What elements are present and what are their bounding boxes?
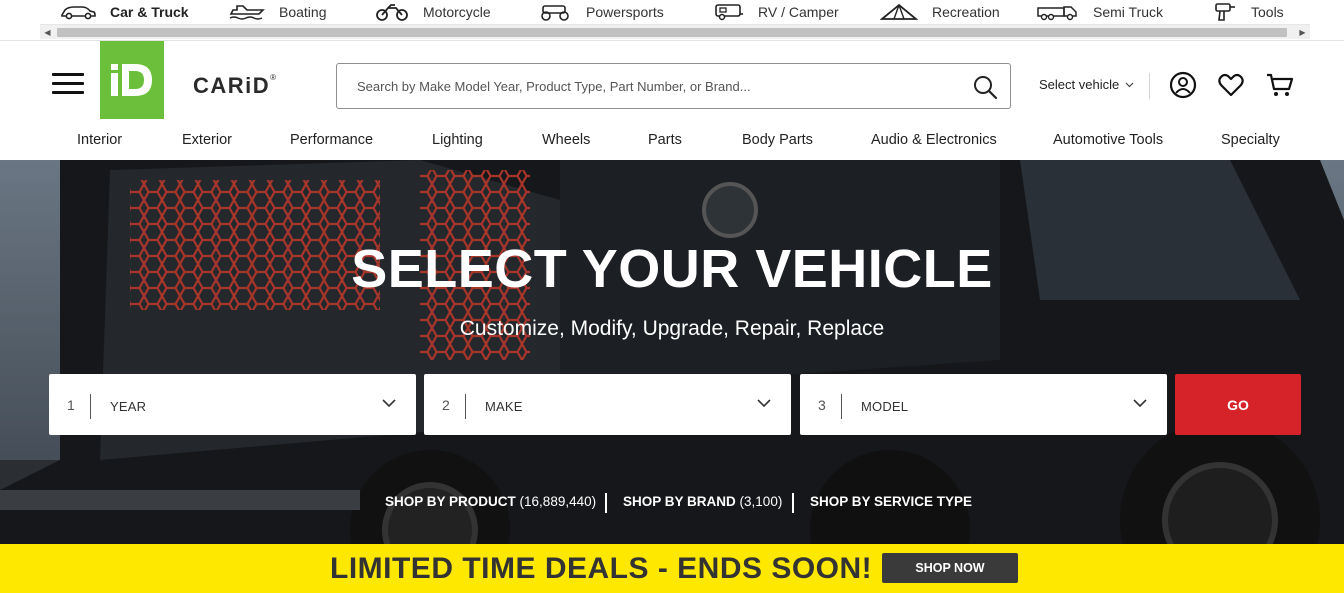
hero-banner: SELECT YOUR VEHICLE Customize, Modify, U… (0, 160, 1344, 544)
heart-icon[interactable] (1217, 71, 1245, 99)
tent-icon (880, 3, 918, 21)
category-label: Semi Truck (1093, 4, 1164, 20)
category-label: RV / Camper (758, 4, 839, 20)
category-boating[interactable]: Boating (229, 0, 326, 24)
category-rv-camper[interactable]: RV / Camper (714, 0, 839, 24)
shop-link-count: (16,889,440) (519, 494, 597, 509)
shop-by-service-type-link[interactable]: SHOP BY SERVICE TYPE (810, 494, 972, 509)
site-header: CARiD® Select vehicle Interior Exterior … (0, 40, 1344, 160)
logo-mark[interactable] (100, 41, 164, 119)
category-strip: Car & Truck Boating Motorcycle Powerspor… (0, 0, 1344, 24)
main-nav: Interior Exterior Performance Lighting W… (0, 131, 1344, 161)
category-label: Motorcycle (423, 4, 491, 20)
search-bar (336, 63, 1011, 109)
shop-link-label: SHOP BY PRODUCT (385, 494, 516, 509)
nav-item-interior[interactable]: Interior (77, 132, 122, 148)
hero-subtitle: Customize, Modify, Upgrade, Repair, Repl… (459, 317, 885, 340)
shop-now-button[interactable]: SHOP NOW (882, 553, 1018, 583)
category-motorcycle[interactable]: Motorcycle (375, 0, 491, 24)
shop-links: SHOP BY PRODUCT (16,889,440) SHOP BY BRA… (0, 493, 1344, 515)
nav-item-performance[interactable]: Performance (290, 132, 373, 148)
shop-link-count: (3,100) (739, 494, 783, 509)
nav-item-parts[interactable]: Parts (648, 132, 682, 148)
select-label: MAKE (485, 399, 523, 414)
chevron-down-icon (757, 396, 771, 410)
category-semi-truck[interactable]: Semi Truck (1037, 0, 1163, 24)
registered-mark: ® (270, 73, 278, 82)
step-number: 2 (442, 397, 450, 413)
category-label: Boating (279, 4, 327, 20)
account-icon[interactable] (1169, 71, 1197, 99)
category-label: Powersports (586, 4, 664, 20)
logo-id-glyph (111, 64, 152, 96)
chevron-down-icon (382, 396, 396, 410)
select-divider (841, 394, 842, 419)
logo-wordmark-text: CARiD (193, 73, 271, 98)
shop-link-divider (605, 493, 607, 513)
boat-icon (229, 4, 265, 20)
promo-banner[interactable]: LIMITED TIME DEALS - ENDS SOON! SHOP NOW (0, 544, 1344, 593)
category-label: Car & Truck (110, 4, 189, 20)
hero-title: SELECT YOUR VEHICLE (351, 239, 993, 299)
shop-by-brand-link[interactable]: SHOP BY BRAND (3,100) (623, 494, 782, 509)
select-vehicle-label: Select vehicle (1039, 77, 1120, 92)
car-icon (60, 4, 96, 20)
semi-truck-icon (1037, 3, 1079, 21)
drill-icon (1213, 2, 1237, 22)
search-input[interactable] (357, 76, 957, 96)
go-button[interactable]: GO (1175, 374, 1301, 435)
logo-wordmark[interactable]: CARiD® (193, 73, 278, 99)
select-divider (465, 394, 466, 419)
shop-link-label: SHOP BY BRAND (623, 494, 736, 509)
nav-item-wheels[interactable]: Wheels (542, 132, 590, 148)
cart-icon[interactable] (1265, 71, 1294, 99)
header-divider (1149, 73, 1150, 99)
nav-item-exterior[interactable]: Exterior (182, 132, 232, 148)
select-vehicle-dropdown[interactable]: Select vehicle (1039, 77, 1134, 92)
shop-link-divider (792, 493, 794, 513)
search-icon[interactable] (972, 74, 998, 100)
shop-link-label: SHOP BY SERVICE TYPE (810, 494, 973, 509)
category-tools[interactable]: Tools (1213, 0, 1284, 24)
category-powersports[interactable]: Powersports (538, 0, 664, 24)
horizontal-scrollbar[interactable]: ◀ ▶ (40, 24, 1310, 39)
atv-icon (538, 3, 572, 21)
category-label: Recreation (932, 4, 1000, 20)
year-select[interactable]: 1 YEAR (49, 374, 416, 435)
select-label: MODEL (861, 399, 909, 414)
nav-item-specialty[interactable]: Specialty (1221, 132, 1280, 148)
chevron-down-icon (1125, 80, 1134, 90)
select-label: YEAR (110, 399, 147, 414)
nav-item-body-parts[interactable]: Body Parts (742, 132, 813, 148)
motorcycle-icon (375, 3, 409, 21)
hero-truck-image (0, 160, 1344, 544)
make-select[interactable]: 2 MAKE (424, 374, 791, 435)
category-recreation[interactable]: Recreation (880, 0, 1000, 24)
category-label: Tools (1251, 4, 1284, 20)
scrollbar-thumb[interactable] (57, 28, 1287, 37)
step-number: 3 (818, 397, 826, 413)
nav-item-automotive-tools[interactable]: Automotive Tools (1053, 132, 1163, 148)
menu-icon[interactable] (52, 71, 84, 97)
shop-by-product-link[interactable]: SHOP BY PRODUCT (16,889,440) (385, 494, 596, 509)
select-divider (90, 394, 91, 419)
category-car-truck[interactable]: Car & Truck (60, 0, 189, 24)
scroll-left-arrow-icon[interactable]: ◀ (40, 25, 55, 40)
scroll-right-arrow-icon[interactable]: ▶ (1295, 25, 1310, 40)
step-number: 1 (67, 397, 75, 413)
rv-icon (714, 3, 744, 21)
chevron-down-icon (1133, 396, 1147, 410)
promo-text: LIMITED TIME DEALS - ENDS SOON! (330, 552, 873, 585)
model-select[interactable]: 3 MODEL (800, 374, 1167, 435)
nav-item-audio-electronics[interactable]: Audio & Electronics (871, 132, 997, 148)
nav-item-lighting[interactable]: Lighting (432, 132, 483, 148)
